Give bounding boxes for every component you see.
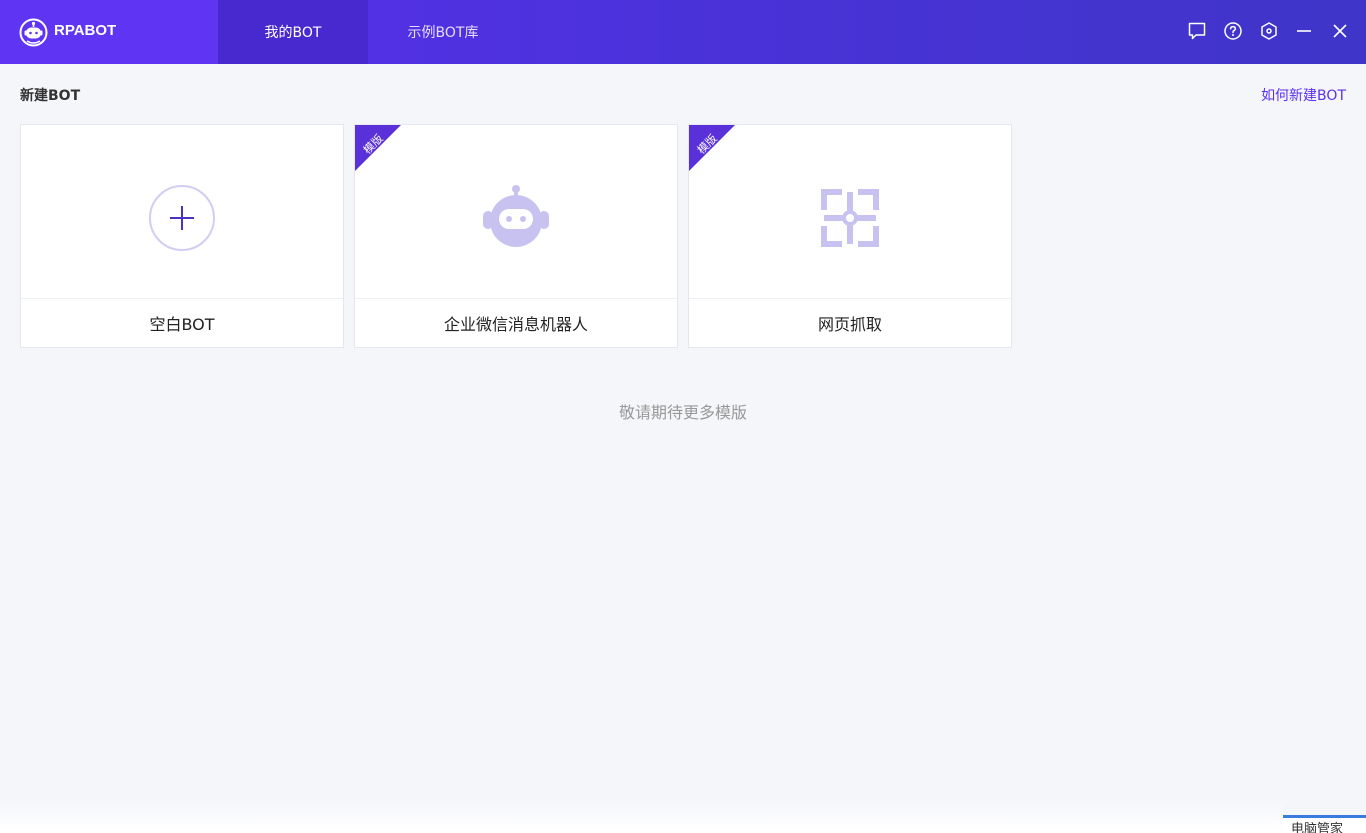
web-scrape-icon	[821, 188, 879, 247]
wecom-robot-template-card[interactable]: 模版 企业微信消息机器人	[354, 124, 678, 348]
card-visual	[355, 125, 677, 298]
help-circle-icon	[1224, 22, 1242, 40]
title-bar: RPABOT 我的BOT 示例BOT库	[0, 0, 1366, 64]
minimize-button[interactable]	[1293, 20, 1315, 42]
robot-logo-icon	[19, 18, 48, 47]
coming-soon-text: 敬请期待更多模版	[618, 403, 747, 422]
app-name: RPABOT	[54, 22, 117, 39]
card-label: 空白BOT	[21, 298, 343, 347]
brand: RPABOT	[0, 0, 218, 64]
how-to-create-bot-link[interactable]: 如何新建BOT	[1261, 85, 1346, 105]
web-scrape-template-card[interactable]: 模版 网页抓取	[688, 124, 1012, 348]
card-visual	[21, 125, 343, 298]
minimize-icon	[1297, 30, 1311, 32]
settings-button[interactable]	[1258, 20, 1280, 42]
robot-icon	[483, 184, 549, 247]
plus-circle-icon	[149, 184, 215, 251]
blank-bot-card[interactable]: 空白BOT	[20, 124, 344, 348]
card-visual	[689, 125, 1011, 298]
settings-hexagon-icon	[1261, 22, 1277, 40]
close-icon	[1333, 24, 1347, 38]
feedback-button[interactable]	[1186, 20, 1208, 42]
chat-bubble-icon	[1188, 22, 1206, 40]
card-label: 企业微信消息机器人	[355, 298, 677, 347]
taskbar-app-label[interactable]: 电脑管家	[1283, 815, 1366, 833]
close-button[interactable]	[1329, 20, 1351, 42]
section-title: 新建BOT	[20, 88, 81, 104]
bottom-fade	[0, 800, 1283, 833]
tab-my-bot[interactable]: 我的BOT	[218, 0, 368, 64]
card-label: 网页抓取	[689, 298, 1011, 347]
help-button[interactable]	[1222, 20, 1244, 42]
tab-example-bot-library[interactable]: 示例BOT库	[368, 0, 518, 64]
